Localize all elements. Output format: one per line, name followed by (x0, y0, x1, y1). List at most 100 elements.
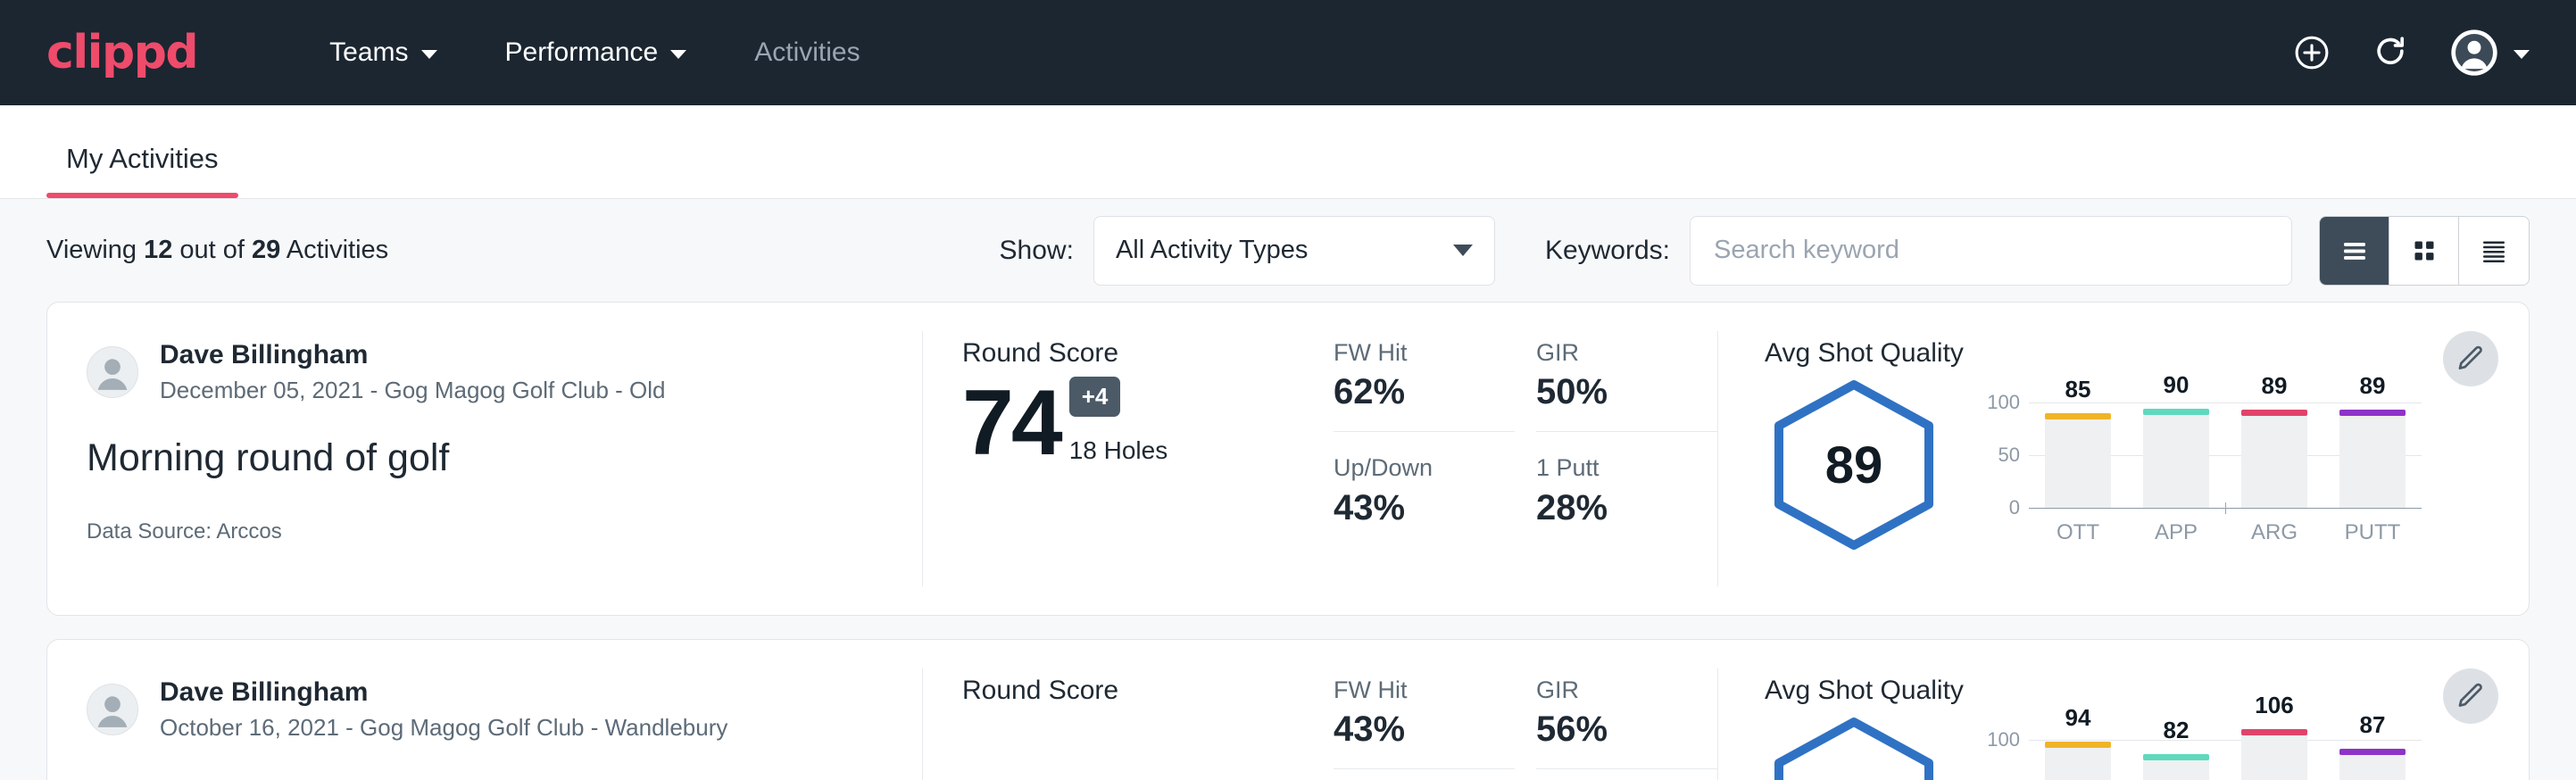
user-menu-button[interactable] (2449, 28, 2530, 78)
chevron-down-icon (2514, 50, 2530, 59)
filter-toolbar: Viewing 12 out of 29 Activities Show: Al… (0, 199, 2576, 302)
player-identity: Dave BillinghamOctober 16, 2021 - Gog Ma… (87, 676, 883, 743)
bar-column: 89 (2339, 386, 2406, 508)
detail-view-button[interactable] (2459, 217, 2529, 285)
x-axis-label: OTT (2045, 520, 2111, 545)
stat-cell: 1 Putt 28% (1536, 453, 1717, 527)
stat-cell: GIR50% (1536, 338, 1717, 432)
round-score-side: +418 Holes (1069, 377, 1168, 470)
bar-column: 87 (2339, 724, 2406, 780)
chart-bars: 85908989 (2029, 386, 2422, 508)
chart-plot-area: 10050085908989 (2029, 386, 2422, 508)
plus-circle-icon (2292, 33, 2331, 72)
round-score-row: 74+418 Holes (962, 376, 1298, 470)
bar-value-label: 89 (2262, 372, 2288, 400)
bar-column: 106 (2241, 724, 2307, 780)
pencil-icon (2456, 344, 2486, 374)
edit-activity-button[interactable] (2443, 668, 2498, 724)
player-name: Dave Billingham (160, 338, 666, 372)
par-badge: +4 (1069, 377, 1121, 417)
refresh-button[interactable] (2371, 33, 2410, 72)
bar-value-label: 106 (2255, 692, 2293, 719)
person-icon (87, 346, 137, 398)
stat-value: 28% (1536, 488, 1717, 527)
bar (2143, 413, 2209, 508)
avg-shot-quality-label: Avg Shot Quality (1765, 676, 2422, 706)
nav-item-activities[interactable]: Activities (720, 37, 893, 68)
round-score-block: Round Score74+418 Holes (923, 303, 1298, 615)
bar (2045, 746, 2111, 780)
bar-value-label: 82 (2164, 717, 2190, 744)
round-score-block: Round Score (923, 640, 1298, 780)
chart-plot-area: 100500948210687 (2029, 724, 2422, 780)
stat-label: FW Hit (1334, 676, 1474, 704)
list-view-icon (2339, 235, 2371, 267)
stat-value: 50% (1536, 372, 1676, 411)
pencil-icon (2456, 681, 2486, 711)
round-score-label: Round Score (962, 676, 1298, 706)
add-button[interactable] (2292, 33, 2331, 72)
stat-value: 62% (1334, 372, 1474, 411)
x-axis-label: PUTT (2339, 520, 2406, 545)
stat-cell: GIR56% (1536, 676, 1717, 769)
chart-x-axis: OTTAPPARGPUTT (2029, 520, 2422, 545)
bar-value-label: 90 (2164, 371, 2190, 399)
quality-body: 8910050085908989OTTAPPARGPUTT (1765, 378, 2422, 552)
activity-card[interactable]: Dave BillinghamOctober 16, 2021 - Gog Ma… (46, 639, 2530, 780)
toolbar-controls: Show: All Activity Types Keywords: (1000, 216, 2530, 286)
x-axis-label: APP (2143, 520, 2209, 545)
viewing-count: 12 (144, 236, 172, 264)
activity-type-select[interactable]: All Activity Types (1093, 216, 1495, 286)
bar (2339, 753, 2406, 780)
x-axis-tick (2225, 502, 2226, 514)
round-score-row (962, 713, 1298, 718)
nav-item-activities-label: Activities (754, 37, 860, 68)
grid-view-button[interactable] (2389, 217, 2459, 285)
player-name: Dave Billingham (160, 676, 727, 709)
nav-item-teams[interactable]: Teams (295, 37, 470, 68)
data-source: Data Source: Arccos (87, 519, 883, 544)
nav-item-performance[interactable]: Performance (471, 37, 721, 68)
shot-quality-bar-chart: 10050085908989OTTAPPARGPUTT (1982, 378, 2422, 552)
app-logo[interactable]: clippd (46, 29, 197, 76)
player-identity: Dave Billingham December 05, 2021 - Gog M… (87, 338, 883, 405)
viewing-prefix: Viewing (46, 236, 144, 264)
stat-cell: FW Hit 62% (1334, 338, 1515, 432)
grid-view-icon (2408, 235, 2440, 267)
stat-cell: Up/Down43% (1334, 453, 1515, 527)
bar (2143, 759, 2209, 780)
bar-column: 82 (2143, 724, 2209, 780)
bar-cap (2339, 749, 2406, 755)
tab-my-activities[interactable]: My Activities (46, 143, 238, 198)
avatar (87, 684, 138, 735)
player-text: Dave Billingham December 05, 2021 - Gog M… (160, 338, 666, 405)
bar-cap (2339, 410, 2406, 416)
detail-view-icon (2478, 235, 2510, 267)
main-nav-links: Teams Performance Activities (295, 37, 893, 68)
chevron-down-icon (421, 50, 437, 59)
nav-item-teams-label: Teams (329, 37, 408, 68)
nav-actions (2292, 28, 2530, 78)
list-view-button[interactable] (2320, 217, 2389, 285)
bar-value-label: 94 (2065, 704, 2091, 732)
stat-label: GIR (1536, 676, 1676, 704)
refresh-icon (2371, 33, 2410, 72)
y-axis-tick-label: 50 (1998, 444, 2020, 467)
viewing-total: 29 (252, 236, 280, 264)
bar (2339, 414, 2406, 508)
viewing-mid: out of (172, 236, 252, 264)
stats-block: FW Hit43%GIR56% (1298, 640, 1717, 780)
stat-label: 1 Putt (1536, 453, 1717, 482)
bar-cap (2143, 409, 2209, 415)
search-input[interactable] (1690, 216, 2292, 286)
edit-activity-button[interactable] (2443, 331, 2498, 386)
bar-cap (2045, 413, 2111, 419)
chevron-down-icon (670, 50, 686, 59)
bar (2045, 418, 2111, 508)
shot-quality-value (1765, 715, 1943, 780)
avg-shot-quality-block: Avg Shot Quality100500948210687OTTAPPARG… (1718, 640, 2529, 780)
bar-column: 89 (2241, 386, 2307, 508)
activity-card[interactable]: Dave Billingham December 05, 2021 - Gog M… (46, 302, 2530, 616)
stat-label: FW Hit (1334, 338, 1474, 367)
activity-date-course: December 05, 2021 - Gog Magog Golf Club … (160, 376, 666, 406)
